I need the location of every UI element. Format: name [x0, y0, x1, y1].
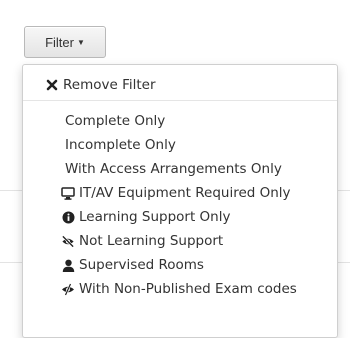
- menu-item-label: Complete Only: [65, 113, 166, 129]
- menu-item-label: With Access Arrangements Only: [65, 161, 282, 177]
- times-icon: [45, 78, 59, 92]
- menu-item-non-published-exam-codes[interactable]: With Non-Published Exam codes: [23, 277, 337, 301]
- eye-slash-icon: [61, 234, 75, 248]
- menu-item-incomplete-only[interactable]: Incomplete Only: [23, 133, 337, 157]
- menu-divider: [23, 100, 337, 101]
- filter-button-label: Filter: [45, 34, 74, 50]
- menu-item-label: Incomplete Only: [65, 137, 176, 153]
- menu-item-learning-support-only[interactable]: Learning Support Only: [23, 205, 337, 229]
- caret-down-icon: ▼: [76, 38, 85, 47]
- filter-button[interactable]: Filter ▼: [24, 26, 106, 58]
- remove-filter-item[interactable]: Remove Filter: [23, 73, 337, 97]
- menu-item-supervised-rooms[interactable]: Supervised Rooms: [23, 253, 337, 277]
- background-row-divider: [0, 262, 22, 263]
- background-row-divider: [338, 262, 350, 263]
- menu-item-label: IT/AV Equipment Required Only: [79, 185, 291, 201]
- remove-filter-label: Remove Filter: [63, 77, 156, 93]
- menu-item-complete-only[interactable]: Complete Only: [23, 109, 337, 133]
- no-view-icon: [61, 282, 75, 296]
- background-row-divider: [338, 190, 350, 191]
- info-circle-icon: [61, 210, 75, 224]
- background-row-divider: [0, 190, 22, 191]
- user-icon: [61, 258, 75, 272]
- menu-item-label: Learning Support Only: [79, 209, 231, 225]
- menu-item-not-learning-support[interactable]: Not Learning Support: [23, 229, 337, 253]
- menu-item-access-arrangements-only[interactable]: With Access Arrangements Only: [23, 157, 337, 181]
- desktop-icon: [61, 186, 75, 200]
- menu-item-label: Supervised Rooms: [79, 257, 204, 273]
- menu-item-label: With Non-Published Exam codes: [79, 281, 297, 297]
- filter-dropdown-menu: Remove Filter Complete Only Incomplete O…: [22, 64, 338, 338]
- menu-item-label: Not Learning Support: [79, 233, 224, 249]
- menu-item-itav-equipment[interactable]: IT/AV Equipment Required Only: [23, 181, 337, 205]
